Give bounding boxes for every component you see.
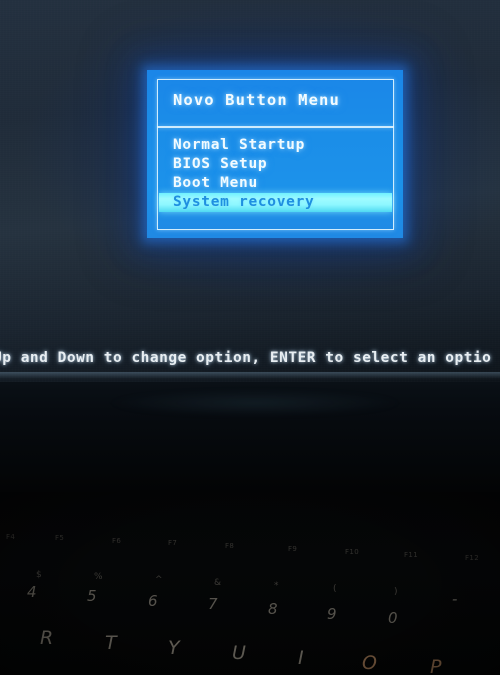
key-f11[interactable]: F11: [404, 551, 418, 559]
status-underglow: [0, 372, 500, 379]
key-t[interactable]: T: [105, 632, 117, 654]
key-5[interactable]: 5: [87, 587, 97, 605]
novo-button-menu-panel: Novo Button Menu Normal Startup BIOS Set…: [147, 70, 403, 238]
key-i[interactable]: I: [298, 647, 304, 669]
key-0-shift: ): [394, 587, 398, 597]
key-f7[interactable]: F7: [168, 539, 177, 547]
key-9-shift: (: [333, 584, 337, 594]
key-y[interactable]: Y: [168, 637, 180, 659]
key-f5[interactable]: F5: [55, 534, 64, 542]
key-8[interactable]: 8: [268, 600, 278, 618]
novo-menu-list: Normal Startup BIOS Setup Boot Menu Syst…: [147, 136, 403, 212]
key-0[interactable]: 0: [388, 609, 398, 627]
key-o[interactable]: O: [362, 652, 377, 674]
key-f9[interactable]: F9: [288, 545, 297, 553]
bezel-reflection: [110, 390, 400, 416]
key-f4[interactable]: F4: [6, 533, 15, 541]
keyboard-vignette: [0, 492, 500, 675]
key-f10[interactable]: F10: [345, 548, 359, 556]
menu-item-system-recovery[interactable]: System recovery: [159, 193, 392, 212]
key-p[interactable]: P: [430, 656, 441, 675]
key-6[interactable]: 6: [148, 592, 158, 610]
menu-item-boot-menu[interactable]: Boot Menu: [147, 174, 403, 193]
laptop-screen: Novo Button Menu Normal Startup BIOS Set…: [0, 0, 500, 382]
key-r[interactable]: R: [40, 627, 53, 649]
key-7[interactable]: 7: [208, 595, 218, 613]
key-u[interactable]: U: [232, 642, 246, 664]
key-9[interactable]: 9: [327, 605, 337, 623]
key-4[interactable]: 4: [27, 583, 37, 601]
key-7-shift: &: [214, 578, 222, 588]
key-5-shift: %: [94, 572, 103, 582]
title-divider: [157, 126, 394, 128]
key-f6[interactable]: F6: [112, 537, 121, 545]
status-help-text: Up and Down to change option, ENTER to s…: [0, 350, 492, 366]
laptop-keyboard: F4 F5 F6 F7 F8 F9 F10 F11 F12 $ 4 % 5 ^ …: [0, 492, 500, 675]
key-minus[interactable]: -: [452, 590, 457, 608]
screen-bezel: [0, 382, 500, 492]
key-4-shift: $: [36, 570, 42, 580]
key-8-shift: *: [274, 581, 279, 591]
menu-item-bios-setup[interactable]: BIOS Setup: [147, 155, 403, 174]
menu-title: Novo Button Menu: [173, 91, 340, 109]
key-f8[interactable]: F8: [225, 542, 234, 550]
key-6-shift: ^: [155, 575, 163, 585]
menu-item-normal-startup[interactable]: Normal Startup: [147, 136, 403, 155]
key-f12[interactable]: F12: [465, 554, 479, 562]
